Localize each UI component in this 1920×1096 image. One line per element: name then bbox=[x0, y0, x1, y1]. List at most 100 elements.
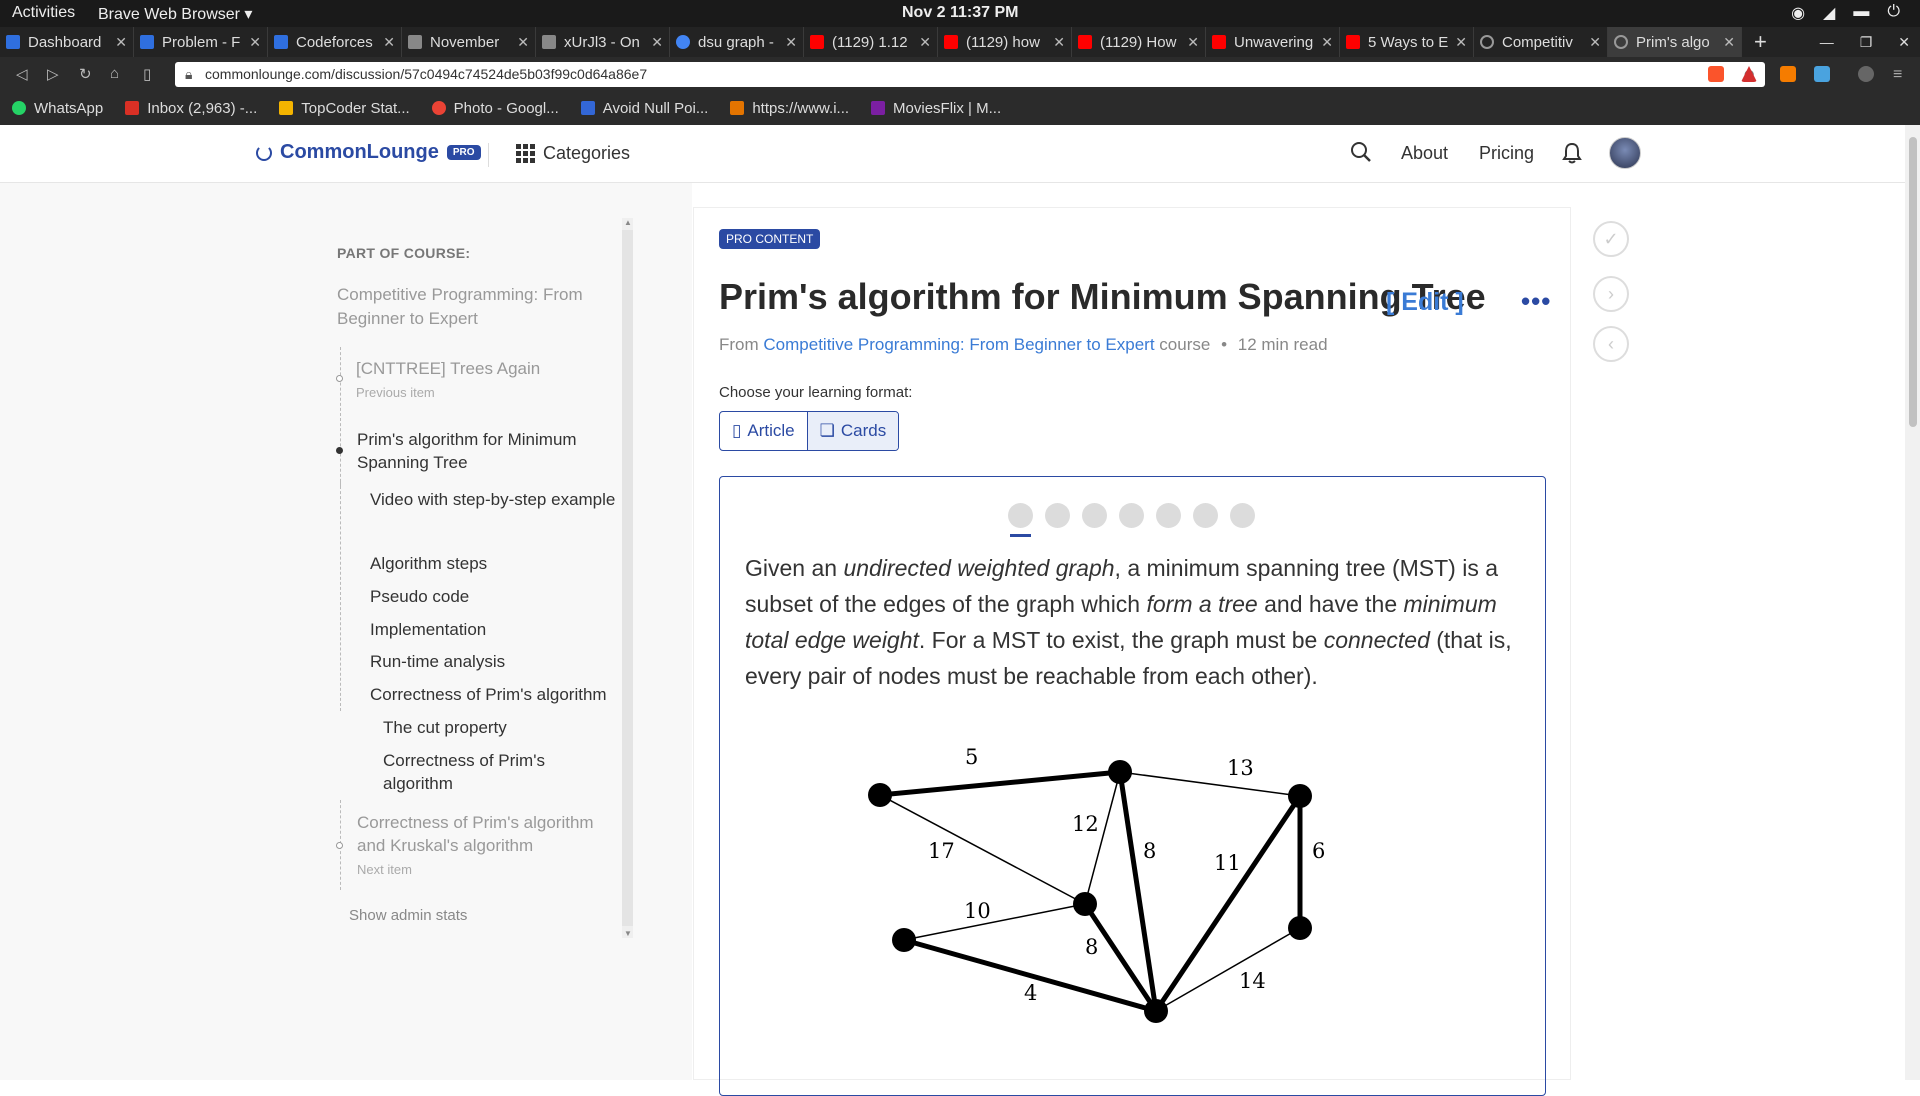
browser-tab-active[interactable]: Prim's algo ✕ bbox=[1608, 27, 1742, 57]
close-icon[interactable]: ✕ bbox=[517, 34, 529, 51]
format-cards-button[interactable]: ❏ Cards bbox=[806, 412, 899, 450]
extension-pen-icon[interactable] bbox=[1814, 66, 1830, 82]
close-icon[interactable]: ✕ bbox=[1589, 34, 1601, 51]
network-icon[interactable]: ◉ bbox=[1791, 3, 1805, 23]
previous-item-link[interactable]: [CNTTREE] Trees Again bbox=[356, 357, 626, 380]
browser-tab[interactable]: Codeforces ✕ bbox=[268, 27, 402, 57]
scroll-down-icon[interactable]: ▼ bbox=[624, 929, 632, 938]
sidebar-scroll-thumb[interactable] bbox=[622, 230, 633, 926]
sidebar-scrollbar[interactable]: ▲ ▼ bbox=[622, 218, 633, 938]
clock[interactable]: Nov 2 11:37 PM bbox=[902, 4, 1019, 22]
browser-tab[interactable]: (1129) 1.12 ✕ bbox=[804, 27, 938, 57]
close-icon[interactable]: ✕ bbox=[383, 34, 395, 51]
activities-button[interactable]: Activities bbox=[12, 4, 75, 22]
section-video[interactable]: Video with step-by-step example bbox=[370, 488, 620, 511]
browser-tab[interactable]: (1129) how ✕ bbox=[938, 27, 1072, 57]
page-scrollbar[interactable] bbox=[1905, 125, 1920, 1080]
slide-dot[interactable] bbox=[1119, 503, 1144, 528]
bookmark-url[interactable]: https://www.i... bbox=[730, 100, 849, 117]
more-options-icon[interactable]: ••• bbox=[1521, 286, 1551, 317]
show-admin-stats-link[interactable]: Show admin stats bbox=[349, 907, 467, 924]
close-icon[interactable]: ✕ bbox=[785, 34, 797, 51]
browser-tab[interactable]: dsu graph - ✕ bbox=[670, 27, 804, 57]
close-icon[interactable]: ✕ bbox=[249, 34, 261, 51]
section-pseudo-code[interactable]: Pseudo code bbox=[370, 585, 469, 608]
extension-icon[interactable] bbox=[1780, 66, 1796, 82]
slide-dot-current[interactable] bbox=[1008, 503, 1033, 537]
bookmark-topcoder[interactable]: TopCoder Stat... bbox=[279, 100, 410, 117]
graph-node bbox=[1288, 916, 1312, 940]
section-runtime[interactable]: Run-time analysis bbox=[370, 650, 505, 673]
format-article-button[interactable]: ▯ Article bbox=[720, 412, 807, 450]
about-link[interactable]: About bbox=[1401, 143, 1448, 164]
edit-link[interactable]: [ Edit ] bbox=[1386, 288, 1464, 317]
graph-node bbox=[1288, 784, 1312, 808]
browser-tab[interactable]: (1129) How ✕ bbox=[1072, 27, 1206, 57]
section-correctness[interactable]: Correctness of Prim's algorithm bbox=[370, 683, 630, 706]
url-input[interactable]: 🔒︎ commonlounge.com/discussion/57c0494c7… bbox=[175, 62, 1765, 87]
slide-dot[interactable] bbox=[1193, 503, 1218, 528]
next-icon[interactable]: › bbox=[1593, 276, 1629, 312]
close-window-icon[interactable]: ✕ bbox=[1898, 34, 1910, 51]
close-icon[interactable]: ✕ bbox=[1723, 34, 1735, 51]
browser-tab[interactable]: Unwavering ✕ bbox=[1206, 27, 1340, 57]
close-icon[interactable]: ✕ bbox=[1321, 34, 1333, 51]
avatar[interactable] bbox=[1609, 137, 1641, 169]
browser-tab[interactable]: xUrJl3 - On ✕ bbox=[536, 27, 670, 57]
power-icon[interactable]: ⏻ bbox=[1887, 3, 1900, 23]
mark-complete-icon[interactable]: ✓ bbox=[1593, 221, 1629, 257]
slide-dot[interactable] bbox=[1082, 503, 1107, 528]
bookmark-whatsapp[interactable]: WhatsApp bbox=[12, 100, 103, 117]
minimize-icon[interactable]: — bbox=[1820, 34, 1834, 50]
close-icon[interactable]: ✕ bbox=[115, 34, 127, 51]
browser-tab[interactable]: Problem - F ✕ bbox=[134, 27, 268, 57]
bookmark-avoid-null[interactable]: Avoid Null Poi... bbox=[580, 100, 708, 117]
section-implementation[interactable]: Implementation bbox=[370, 618, 486, 641]
volume-icon[interactable]: ◢ bbox=[1823, 3, 1835, 23]
close-icon[interactable]: ✕ bbox=[651, 34, 663, 51]
app-menu[interactable]: Brave Web Browser ▾ bbox=[98, 4, 252, 24]
menu-icon[interactable]: ≡ bbox=[1893, 66, 1909, 83]
system-tray[interactable]: ◉ ◢ ▬ ⏻ bbox=[1791, 3, 1900, 23]
categories-button[interactable]: Categories bbox=[516, 143, 630, 164]
previous-icon[interactable]: ‹ bbox=[1593, 326, 1629, 362]
browser-tab[interactable]: November ✕ bbox=[402, 27, 536, 57]
lock-icon[interactable]: 🔒︎ bbox=[185, 62, 192, 87]
scroll-up-icon[interactable]: ▲ bbox=[624, 218, 632, 227]
bell-icon[interactable] bbox=[1562, 142, 1582, 169]
close-icon[interactable]: ✕ bbox=[1053, 34, 1065, 51]
browser-tab[interactable]: 5 Ways to E ✕ bbox=[1340, 27, 1474, 57]
forward-icon[interactable]: ▷ bbox=[47, 65, 59, 83]
next-item-link[interactable]: Correctness of Prim's algorithm and Krus… bbox=[357, 811, 617, 857]
pricing-link[interactable]: Pricing bbox=[1479, 143, 1534, 164]
course-link[interactable]: Competitive Programming: From Beginner t… bbox=[763, 335, 1154, 354]
page-scroll-thumb[interactable] bbox=[1909, 137, 1917, 427]
close-icon[interactable]: ✕ bbox=[1187, 34, 1199, 51]
browser-tab[interactable]: Competitiv ✕ bbox=[1474, 27, 1608, 57]
subsection-correctness[interactable]: Correctness of Prim's algorithm bbox=[383, 749, 583, 795]
brave-shields-icon[interactable] bbox=[1708, 66, 1724, 82]
restore-icon[interactable]: ❐ bbox=[1860, 34, 1873, 51]
close-icon[interactable]: ✕ bbox=[1455, 34, 1467, 51]
home-icon[interactable]: ⌂ bbox=[110, 65, 119, 82]
section-algorithm-steps[interactable]: Algorithm steps bbox=[370, 552, 487, 575]
profile-icon[interactable] bbox=[1858, 66, 1874, 82]
browser-tab[interactable]: Dashboard ✕ bbox=[0, 27, 134, 57]
slide-dot[interactable] bbox=[1045, 503, 1070, 528]
bookmark-moviesflix[interactable]: MoviesFlix | M... bbox=[871, 100, 1001, 117]
bookmark-photo[interactable]: Photo - Googl... bbox=[431, 100, 559, 117]
bookmark-inbox[interactable]: Inbox (2,963) -... bbox=[125, 100, 257, 117]
reload-icon[interactable]: ↻ bbox=[79, 65, 92, 83]
commonlounge-logo[interactable]: CommonLounge PRO bbox=[256, 141, 481, 164]
slide-dot[interactable] bbox=[1156, 503, 1181, 528]
new-tab-button[interactable]: + bbox=[1742, 27, 1779, 57]
back-icon[interactable]: ◁ bbox=[16, 65, 28, 83]
slide-dot[interactable] bbox=[1230, 503, 1255, 528]
battery-icon[interactable]: ▬ bbox=[1853, 3, 1869, 23]
search-icon[interactable] bbox=[1350, 141, 1372, 169]
subsection-cut-property[interactable]: The cut property bbox=[383, 716, 507, 739]
current-item[interactable]: Prim's algorithm for Minimum Spanning Tr… bbox=[357, 428, 617, 474]
course-title-link[interactable]: Competitive Programming: From Beginner t… bbox=[337, 283, 607, 331]
close-icon[interactable]: ✕ bbox=[919, 34, 931, 51]
bookmark-icon[interactable]: ▯ bbox=[143, 65, 151, 83]
